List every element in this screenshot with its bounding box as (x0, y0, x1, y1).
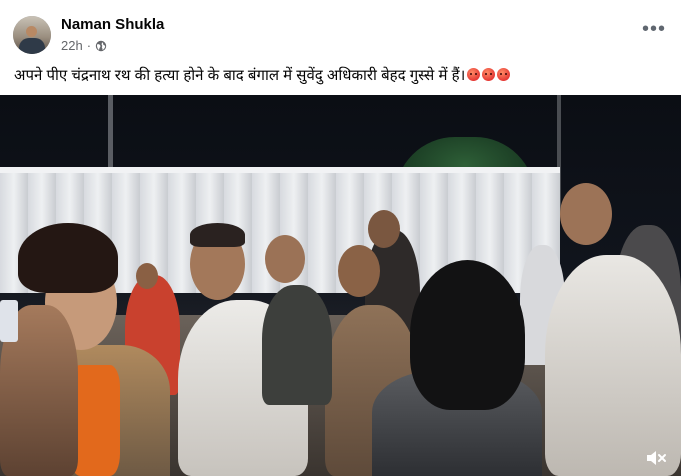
video-person (545, 255, 681, 476)
angry-face-emoji (497, 68, 511, 81)
post-header: Naman Shukla 22h · ••• (0, 0, 681, 60)
post-time[interactable]: 22h (61, 38, 83, 53)
video-person-face (338, 245, 380, 297)
post-meta: 22h · (61, 38, 107, 53)
avatar-face (26, 26, 37, 37)
author-name[interactable]: Naman Shukla (61, 16, 164, 33)
globe-icon[interactable] (95, 40, 107, 52)
video-person-hair (410, 260, 525, 410)
video-player[interactable] (0, 95, 681, 476)
angry-face-emoji (467, 68, 481, 81)
post-caption: अपने पीए चंद्रनाथ रथ की हत्या होने के बा… (14, 65, 511, 85)
more-horizontal-icon[interactable]: ••• (642, 19, 666, 39)
video-phone (0, 300, 18, 342)
video-person-face (136, 263, 158, 289)
caption-text: अपने पीए चंद्रनाथ रथ की हत्या होने के बा… (14, 67, 466, 84)
video-person-hair (190, 223, 245, 247)
video-person-face (265, 235, 305, 283)
meta-separator: · (86, 38, 92, 53)
video-person-face (368, 210, 400, 248)
angry-face-emoji (482, 68, 496, 81)
volume-muted-icon[interactable] (645, 449, 667, 467)
video-person (262, 285, 332, 405)
video-person-hair (18, 223, 118, 293)
avatar-body (19, 38, 45, 54)
author-avatar[interactable] (13, 16, 51, 54)
video-person-face (560, 183, 612, 245)
